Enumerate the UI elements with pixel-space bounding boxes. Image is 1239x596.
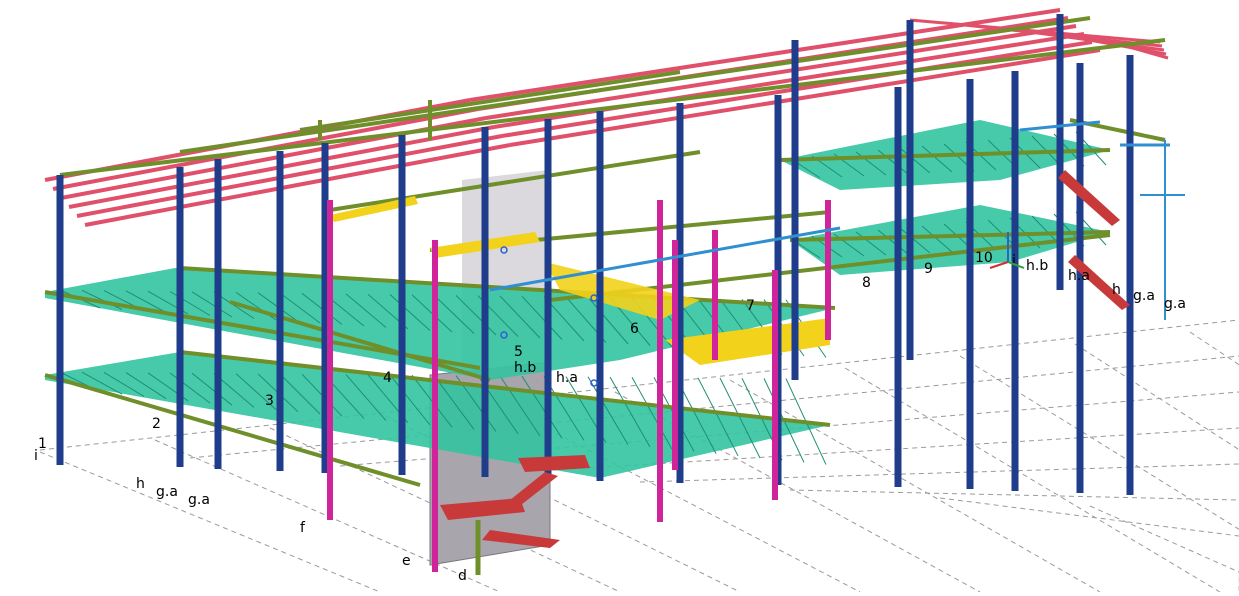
gridline-label-i: i — [34, 448, 38, 464]
axis-label-h-a-right: h.a — [1068, 268, 1090, 284]
axis-label-5: 5 — [514, 344, 523, 360]
axis-label-7: 7 — [746, 298, 755, 314]
gridline-label-e: e — [402, 553, 411, 569]
gridline-label-1: 1 — [38, 436, 47, 452]
axis-label-g-a-right-2: g.a — [1164, 296, 1186, 312]
axis-label-6: 6 — [630, 321, 639, 337]
gridline-label-g-a-1: g.a — [156, 484, 178, 500]
axis-label-9: 9 — [924, 261, 933, 277]
roof-purlins — [44, 8, 1169, 227]
axis-label-g-a-right-1: g.a — [1133, 288, 1155, 304]
gridline-label-h: h — [136, 476, 145, 492]
axis-label-h-b: h.b — [514, 360, 536, 376]
axis-label-4: 4 — [383, 370, 392, 386]
model-viewport[interactable]: 1 i h g.a g.a f e d 2 3 4 5 h.b h.a 6 7 … — [0, 0, 1239, 596]
axis-label-h-a: h.a — [556, 370, 578, 386]
gridline-label-d: d — [458, 568, 467, 584]
axis-label-10: 10 — [975, 250, 993, 266]
gridline-label-f: f — [300, 520, 306, 536]
axis-label-h-b-right: h.b — [1026, 258, 1048, 274]
axis-label-8: 8 — [862, 275, 871, 291]
axis-label-3: 3 — [265, 393, 274, 409]
gridline-label-g-a-2: g.a — [188, 492, 210, 508]
axis-label-i: i — [1012, 253, 1016, 269]
axis-label-h-right: h — [1112, 282, 1121, 298]
axis-label-2: 2 — [152, 416, 161, 432]
